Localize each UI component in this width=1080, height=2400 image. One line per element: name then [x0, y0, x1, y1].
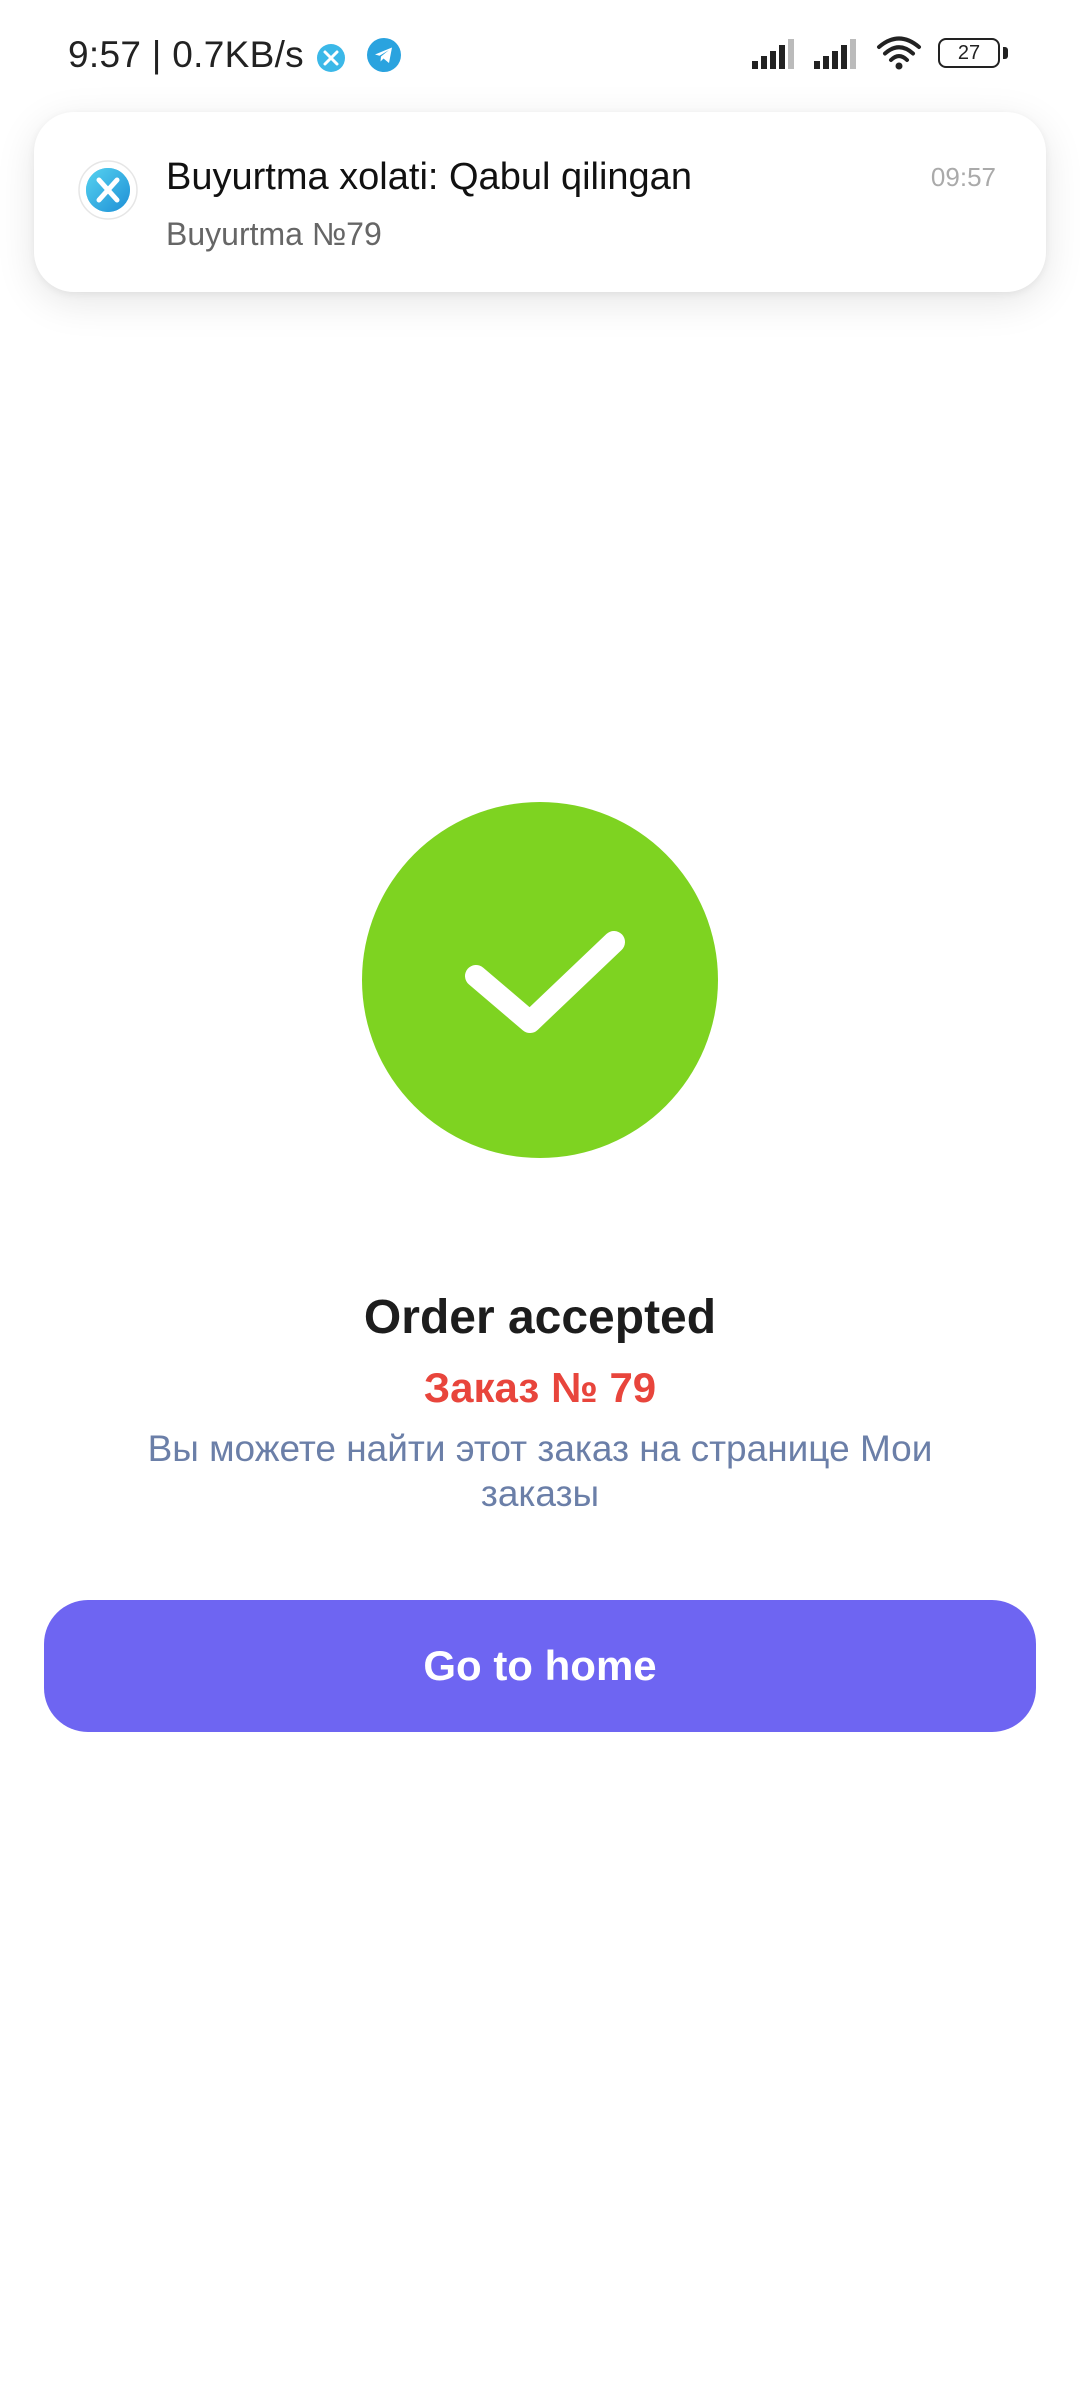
notification-time: 09:57	[930, 162, 996, 192]
status-time-speed: 9:57 | 0.7KB/s	[68, 34, 304, 75]
app-icon	[78, 160, 138, 220]
order-success-screen: 9:57 | 0.7KB/s 27 Buyurtma xolati: Qabul…	[0, 0, 1080, 2400]
battery-icon: 27	[938, 38, 1008, 68]
wifi-icon	[876, 36, 922, 70]
success-circle	[362, 802, 718, 1158]
signal-icon	[752, 37, 800, 69]
battery-level: 27	[957, 42, 981, 64]
status-bar: 9:57 | 0.7KB/s 27	[0, 0, 1080, 118]
go-to-home-button[interactable]: Go to home	[44, 1600, 1036, 1732]
telegram-icon	[366, 37, 402, 73]
status-right: 27	[752, 36, 1008, 70]
status-left: 9:57 | 0.7KB/s	[68, 34, 402, 76]
order-number: Заказ № 79	[423, 1364, 657, 1411]
notification-body: Buyurtma №79	[166, 216, 382, 252]
order-accepted-title: Order accepted	[363, 1291, 717, 1344]
app-icon	[316, 40, 346, 72]
notification-title: Buyurtma xolati: Qabul qilingan	[166, 156, 692, 198]
signal-icon	[814, 37, 862, 69]
order-info-text: Вы можете найти этот заказ на странице М…	[147, 1428, 933, 1514]
notification-card[interactable]: Buyurtma xolati: Qabul qilingan Buyurtma…	[34, 112, 1046, 292]
check-icon	[465, 931, 625, 1033]
